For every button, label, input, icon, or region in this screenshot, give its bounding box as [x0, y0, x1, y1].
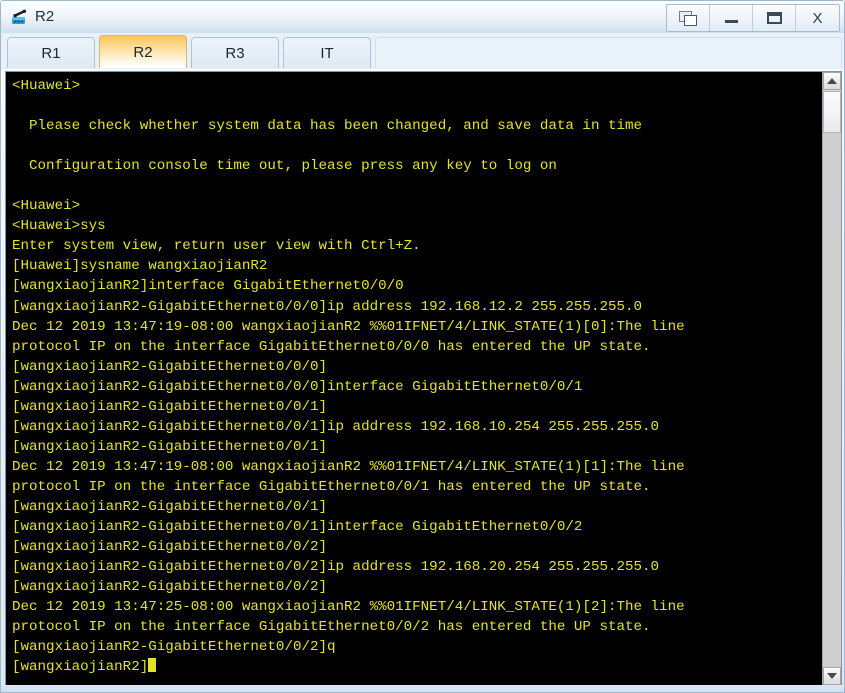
console-line: [wangxiaojianR2-GigabitEthernet0/0/0]int…	[12, 378, 583, 395]
console-line: <Huawei>	[12, 198, 81, 215]
console-line: Please check whether system data has bee…	[12, 118, 643, 135]
tab-r2[interactable]: R2	[99, 35, 187, 68]
window-bottom-strip	[1, 685, 844, 692]
minimize-button[interactable]	[710, 5, 753, 31]
title-bar-left: R2	[10, 4, 54, 30]
console-line: Dec 12 2019 13:47:25-08:00 wangxiaojianR…	[12, 599, 685, 616]
console-line: [wangxiaojianR2-GigabitEthernet0/0/2]	[12, 579, 328, 596]
console-line: [wangxiaojianR2-GigabitEthernet0/0/2]	[12, 539, 328, 556]
console-line: [wangxiaojianR2]interface GigabitEtherne…	[12, 278, 404, 295]
tab-label: R1	[41, 44, 61, 62]
console-line: [wangxiaojianR2-GigabitEthernet0/0/0]	[12, 358, 328, 375]
console-line: Dec 12 2019 13:47:19-08:00 wangxiaojianR…	[12, 458, 685, 475]
console-scrollbar[interactable]	[822, 72, 841, 685]
console-line: [wangxiaojianR2-GigabitEthernet0/0/1]ip …	[12, 418, 660, 435]
minimize-icon	[724, 20, 738, 23]
console-line: [wangxiaojianR2-GigabitEthernet0/0/1]	[12, 398, 328, 415]
scrollbar-track[interactable]	[823, 133, 841, 667]
console-line: [wangxiaojianR2-GigabitEthernet0/0/1]	[12, 498, 328, 515]
console-line: protocol IP on the interface GigabitEthe…	[12, 619, 651, 636]
console-line: protocol IP on the interface GigabitEthe…	[12, 338, 651, 355]
tab-strip-filler	[375, 37, 842, 68]
console-output[interactable]: <Huawei> Please check whether system dat…	[6, 72, 822, 685]
console-line: [wangxiaojianR2-GigabitEthernet0/0/0]ip …	[12, 298, 643, 315]
scrollbar-thumb[interactable]	[823, 91, 841, 133]
console-line: <Huawei>	[12, 78, 81, 94]
restore-button[interactable]	[667, 5, 710, 31]
console-line: [Huawei]sysname wangxiaojianR2	[12, 258, 268, 275]
window-title: R2	[35, 8, 55, 25]
console-lines: <Huawei> Please check whether system dat…	[12, 76, 822, 677]
close-icon: X	[812, 9, 823, 27]
tab-r3[interactable]: R3	[191, 37, 279, 68]
tab-label: R3	[225, 44, 245, 62]
tab-label: IT	[320, 44, 334, 62]
restore-icon	[678, 10, 698, 26]
chevron-down-icon	[827, 673, 837, 679]
scroll-up-button[interactable]	[823, 72, 841, 90]
console-line: Configuration console time out, please p…	[12, 158, 557, 175]
terminal-window: R2 X R1 R2 R3 IT <Huawei> Please check w…	[0, 0, 845, 693]
console-line: [wangxiaojianR2-GigabitEthernet0/0/1]	[12, 438, 328, 455]
text-cursor	[148, 658, 157, 673]
maximize-button[interactable]	[753, 5, 796, 31]
title-bar: R2 X	[1, 1, 844, 33]
tab-label: R2	[133, 43, 153, 61]
console-area: <Huawei> Please check whether system dat…	[5, 71, 842, 686]
close-button[interactable]: X	[796, 5, 839, 31]
tab-r1[interactable]: R1	[7, 37, 95, 68]
console-line: protocol IP on the interface GigabitEthe…	[12, 478, 651, 495]
chevron-up-icon	[827, 78, 837, 84]
scroll-down-button[interactable]	[823, 667, 841, 685]
tab-strip: R1 R2 R3 IT	[1, 33, 844, 69]
console-line: <Huawei>sys	[12, 218, 106, 235]
maximize-icon	[766, 12, 782, 24]
tab-it[interactable]: IT	[283, 37, 371, 68]
console-line: Dec 12 2019 13:47:19-08:00 wangxiaojianR…	[12, 318, 685, 335]
console-line: [wangxiaojianR2-GigabitEthernet0/0/1]int…	[12, 519, 583, 536]
console-line: [wangxiaojianR2-GigabitEthernet0/0/2]ip …	[12, 559, 660, 576]
console-line: [wangxiaojianR2-GigabitEthernet0/0/2]q	[12, 639, 336, 656]
router-icon	[10, 7, 30, 27]
window-controls: X	[666, 4, 840, 32]
console-line: [wangxiaojianR2]	[12, 657, 822, 677]
console-line: Enter system view, return user view with…	[12, 238, 421, 255]
